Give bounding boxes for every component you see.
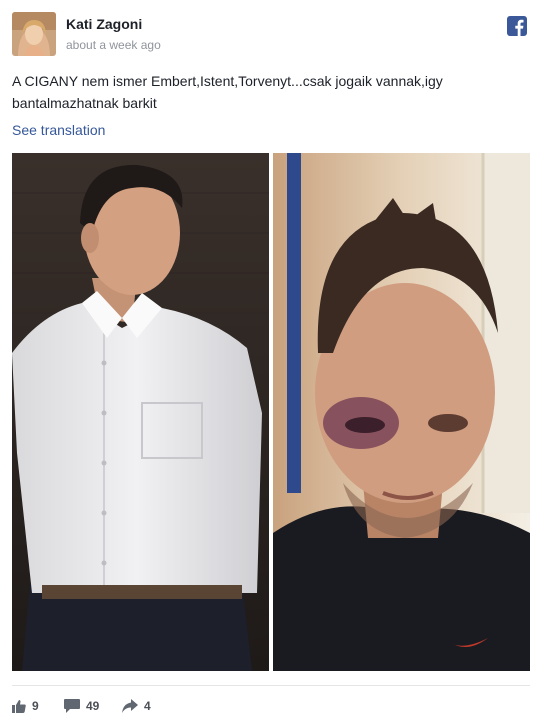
share-count: 4 bbox=[144, 699, 151, 713]
thumbs-up-icon bbox=[12, 700, 26, 713]
author-avatar[interactable] bbox=[12, 12, 56, 56]
see-translation-link[interactable]: See translation bbox=[12, 122, 105, 138]
comment-bubble-icon bbox=[64, 699, 80, 713]
post-timestamp[interactable]: about a week ago bbox=[66, 38, 161, 52]
like-count-button[interactable]: 9 bbox=[12, 696, 39, 716]
share-arrow-icon bbox=[122, 699, 138, 713]
post-message: A CIGANY nem ismer Embert,Istent,Torveny… bbox=[12, 73, 443, 111]
comment-count-button[interactable]: 49 bbox=[64, 696, 99, 716]
author-name[interactable]: Kati Zagoni bbox=[66, 16, 142, 32]
like-count: 9 bbox=[32, 699, 39, 713]
post-photo-right[interactable] bbox=[273, 153, 530, 671]
footer-divider bbox=[12, 685, 530, 686]
share-count-button[interactable]: 4 bbox=[122, 696, 151, 716]
photo-man-bruised-eye bbox=[273, 153, 530, 671]
avatar-image bbox=[12, 12, 56, 56]
facebook-post-embed: Kati Zagoni about a week ago A CIGANY ne… bbox=[0, 0, 554, 727]
comment-count: 49 bbox=[86, 699, 100, 713]
photo-man-white-shirt bbox=[12, 153, 269, 671]
post-photo-left[interactable] bbox=[12, 153, 269, 671]
facebook-logo-icon[interactable] bbox=[507, 16, 527, 36]
